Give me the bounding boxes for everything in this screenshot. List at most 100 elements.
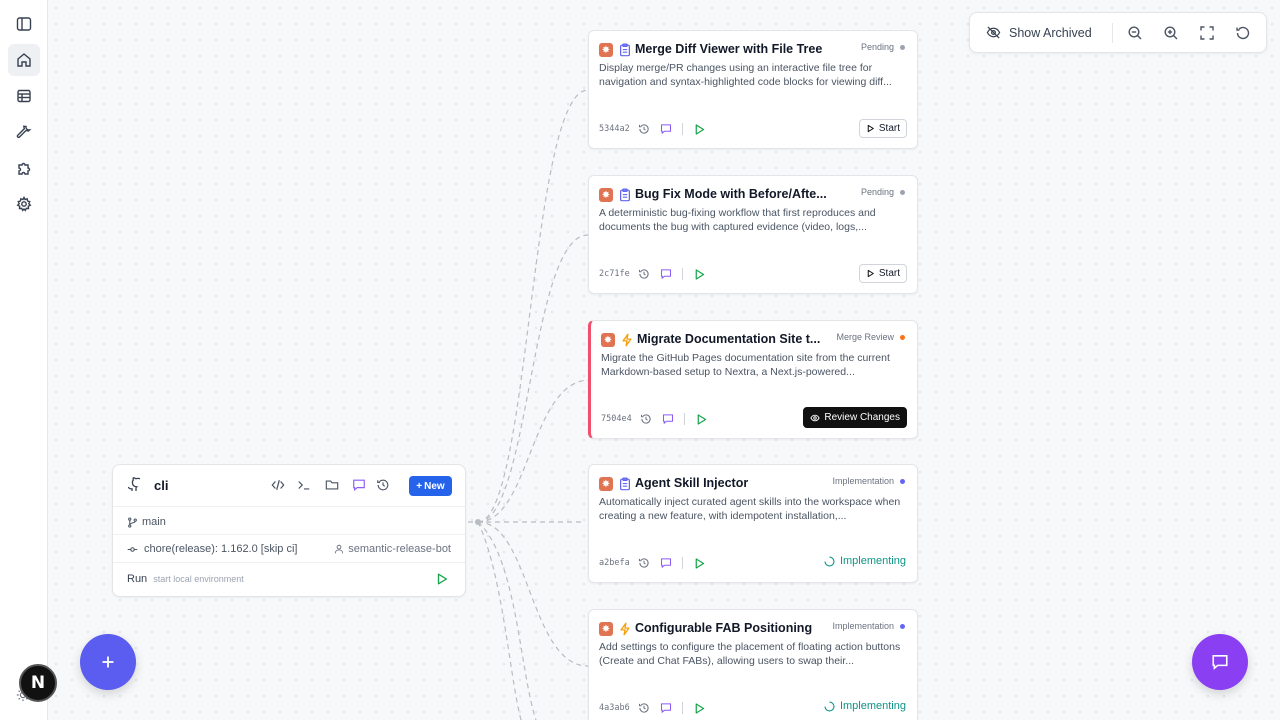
edge-to-feature-6 — [477, 521, 537, 720]
card-footer: 4a3ab6 — [599, 700, 706, 716]
repo-node[interactable]: cli + New main chore(release): 1.162.0 [… — [112, 464, 466, 597]
chat-icon[interactable] — [660, 123, 672, 135]
play-icon[interactable] — [693, 268, 706, 281]
status-dot — [900, 334, 905, 340]
card-footer: 2c71fe — [599, 266, 706, 282]
toolbar-divider — [1112, 23, 1113, 43]
commit-hash: 7504e4 — [601, 414, 632, 424]
feature-description: Display merge/PR changes using an intera… — [599, 62, 892, 88]
new-feature-button[interactable]: + New — [409, 476, 452, 496]
terminal-icon[interactable] — [297, 478, 311, 492]
status-badge: Pending — [861, 42, 905, 52]
status-dot — [900, 478, 905, 484]
commit-info: chore(release): 1.162.0 [skip ci] — [127, 543, 297, 555]
start-label: Start — [878, 268, 900, 279]
edge-to-feature-5 — [477, 521, 589, 667]
status-badge: Merge Review — [836, 332, 905, 342]
chat-fab-button[interactable] — [1192, 634, 1248, 690]
footer-divider — [683, 413, 685, 425]
history-icon[interactable] — [640, 413, 652, 425]
sidebar-item-tools[interactable] — [8, 116, 40, 148]
repo-run-row: Run start local environment — [113, 562, 465, 597]
implementing-label: Implementing — [839, 555, 906, 567]
play-icon[interactable] — [693, 702, 706, 715]
play-icon[interactable] — [695, 413, 708, 426]
chat-icon[interactable] — [660, 268, 672, 280]
commit-message: chore(release): 1.162.0 [skip ci] — [144, 543, 298, 555]
status-label: Pending — [860, 187, 894, 197]
run-hint: start local environment — [153, 574, 244, 584]
agent-sparkle-icon: ✸ — [601, 333, 615, 347]
repo-header: cli + New — [113, 465, 465, 506]
footer-divider — [681, 702, 683, 714]
commit-author-name: semantic-release-bot — [348, 543, 451, 555]
sidebar-item-home[interactable] — [8, 44, 40, 76]
play-icon[interactable] — [693, 557, 706, 570]
feature-card[interactable]: ✸ Migrate Documentation Site t... Merge … — [588, 320, 918, 439]
history-icon[interactable] — [638, 702, 650, 714]
github-icon — [127, 477, 141, 491]
card-footer: 5344a2 — [599, 121, 706, 137]
history-icon[interactable] — [376, 478, 390, 492]
run-label: Run start local environment — [127, 573, 244, 585]
start-button[interactable]: Start — [858, 264, 907, 283]
clipboard-icon — [618, 477, 632, 491]
feature-title: Merge Diff Viewer with File Tree — [635, 42, 823, 56]
reset-icon[interactable] — [1235, 25, 1251, 41]
plus-icon: + — [416, 480, 423, 492]
feature-card[interactable]: ✸ Merge Diff Viewer with File Tree Pendi… — [588, 30, 918, 149]
folder-icon[interactable] — [325, 478, 339, 492]
status-badge: Implementation — [832, 476, 905, 486]
status-dot — [900, 623, 905, 629]
review-changes-label: Review Changes — [824, 412, 900, 423]
footer-divider — [681, 557, 683, 569]
sidebar-item-settings[interactable] — [8, 188, 40, 220]
repo-name: cli — [154, 478, 169, 493]
chat-icon[interactable] — [660, 557, 672, 569]
feature-title: Migrate Documentation Site t... — [637, 332, 821, 346]
history-icon[interactable] — [638, 268, 650, 280]
branch-info: main — [127, 516, 166, 528]
card-footer: 7504e4 — [601, 411, 708, 427]
commit-hash: 2c71fe — [599, 269, 630, 279]
status-dot — [900, 189, 905, 195]
play-icon — [867, 269, 874, 278]
play-icon[interactable] — [693, 123, 706, 136]
eye-off-icon — [986, 26, 1001, 39]
footer-divider — [681, 268, 683, 280]
footer-divider — [681, 123, 683, 135]
edge-to-feature-3 — [477, 379, 591, 523]
agent-sparkle-icon: ✸ — [599, 622, 613, 636]
code-icon[interactable] — [271, 478, 285, 492]
fit-view-icon[interactable] — [1199, 25, 1215, 41]
play-icon[interactable] — [435, 572, 449, 586]
avatar[interactable]: N — [19, 664, 57, 702]
feature-card[interactable]: ✸ Bug Fix Mode with Before/Afte... Pendi… — [588, 175, 918, 294]
create-fab-button[interactable] — [80, 634, 136, 690]
toggle-sidebar-button[interactable] — [8, 8, 40, 40]
chat-icon[interactable] — [662, 413, 674, 425]
history-icon[interactable] — [638, 123, 650, 135]
implementing-status: Implementing — [824, 700, 906, 712]
clipboard-icon — [618, 188, 632, 202]
zoom-in-icon[interactable] — [1163, 25, 1179, 41]
review-changes-button[interactable]: Review Changes — [803, 407, 907, 428]
history-icon[interactable] — [638, 557, 650, 569]
sidebar-item-table[interactable] — [8, 80, 40, 112]
feature-card[interactable]: ✸ Agent Skill Injector Implementation Au… — [588, 464, 918, 583]
run-text: Run — [127, 573, 148, 585]
feature-description: Automatically inject curated agent skill… — [599, 496, 901, 522]
zoom-out-icon[interactable] — [1127, 25, 1143, 41]
feature-card[interactable]: ✸ Configurable FAB Positioning Implement… — [588, 609, 918, 720]
show-archived-button[interactable]: Show Archived — [986, 25, 1092, 40]
table-icon — [17, 89, 31, 103]
sidebar-item-plugins[interactable] — [8, 152, 40, 184]
edge-handle — [475, 519, 481, 525]
eye-icon — [810, 414, 820, 421]
spinner-icon — [824, 700, 835, 712]
status-badge: Implementation — [832, 621, 905, 631]
chat-icon[interactable] — [660, 702, 672, 714]
new-feature-label: New — [424, 480, 445, 492]
start-button[interactable]: Start — [858, 119, 907, 138]
chat-icon[interactable] — [352, 478, 366, 492]
